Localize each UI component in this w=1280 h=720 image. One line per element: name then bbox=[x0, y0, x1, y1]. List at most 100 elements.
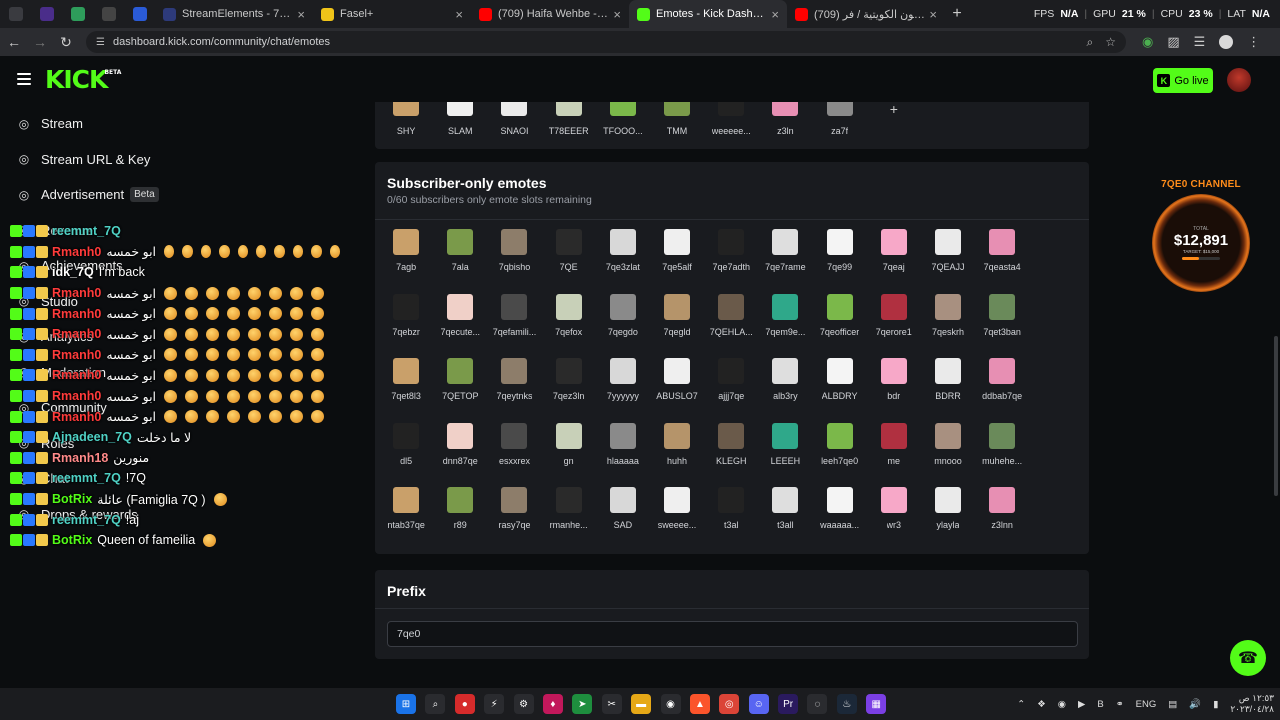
emote-item[interactable]: waaaaa... bbox=[813, 487, 867, 552]
emote-item[interactable]: 7qez3ln bbox=[542, 358, 596, 423]
pinned-tab[interactable] bbox=[93, 0, 124, 28]
emote-item[interactable]: r89 bbox=[433, 487, 487, 552]
emote-item[interactable]: 7qecute... bbox=[433, 293, 487, 359]
browser-tab[interactable]: (709) فرقة التلفزيون الكويتية / فر × bbox=[787, 0, 945, 28]
chat-username[interactable]: Rmanh0 bbox=[52, 410, 101, 424]
profile-avatar-icon[interactable] bbox=[1219, 35, 1234, 49]
search-icon[interactable]: ⌕ bbox=[425, 694, 446, 714]
chat-username[interactable]: BotRix bbox=[52, 533, 92, 547]
emote-item[interactable]: weeeee... bbox=[704, 102, 758, 149]
pinned-tab[interactable] bbox=[124, 0, 155, 28]
emote-item[interactable]: t3al bbox=[704, 487, 758, 552]
chat-username[interactable]: reemmt_7Q bbox=[52, 224, 121, 238]
network-icon[interactable]: ▤ bbox=[1168, 699, 1177, 710]
emote-item[interactable]: 7qebzr bbox=[379, 293, 433, 359]
emote-item[interactable]: muhehe... bbox=[975, 422, 1029, 488]
pinned-tab[interactable] bbox=[0, 0, 31, 28]
emote-item[interactable]: me bbox=[867, 422, 921, 488]
emote-item[interactable]: t3all bbox=[758, 487, 812, 552]
close-tab-icon[interactable]: × bbox=[929, 7, 937, 22]
emote-item[interactable]: z3lnn bbox=[975, 487, 1029, 552]
windows-start-icon[interactable]: ⊞ bbox=[396, 694, 416, 714]
chat-username[interactable]: Rmanh0 bbox=[52, 368, 101, 382]
browser-tab[interactable]: Emotes - Kick Dashboard × bbox=[629, 0, 787, 28]
emote-item[interactable]: leeh7qe0 bbox=[813, 422, 867, 488]
emote-item[interactable]: 7qe3zlat bbox=[596, 229, 650, 294]
tray-app-icon[interactable]: ◉ bbox=[1058, 699, 1066, 710]
tray-bluetooth-icon[interactable]: ❖ bbox=[1037, 699, 1046, 710]
chat-username[interactable]: Rmanh0 bbox=[52, 327, 101, 341]
emote-item[interactable]: 7ala bbox=[433, 229, 487, 294]
emote-item[interactable]: BDRR bbox=[921, 358, 975, 423]
emote-item[interactable]: ylayla bbox=[921, 487, 975, 552]
emote-item[interactable]: esxxrex bbox=[487, 422, 541, 488]
chat-username[interactable]: reemmt_7Q bbox=[52, 513, 121, 527]
chat-username[interactable]: Rmanh18 bbox=[52, 451, 108, 465]
emote-item[interactable]: za7f bbox=[813, 102, 867, 149]
browser-tab[interactable]: (709) Haifa Wehbe - Touta (Offi × bbox=[471, 0, 629, 28]
app-red-icon[interactable]: ● bbox=[454, 694, 475, 714]
chat-username[interactable]: Rmanh0 bbox=[52, 348, 101, 362]
premiere-icon[interactable]: Pr bbox=[778, 694, 799, 714]
new-tab-button[interactable]: + bbox=[945, 5, 969, 23]
emote-item[interactable]: 7QETOP bbox=[433, 358, 487, 423]
emote-item[interactable]: dnn87qe bbox=[433, 422, 487, 488]
hamburger-menu-icon[interactable] bbox=[17, 70, 31, 88]
emote-item[interactable]: 7qbisho bbox=[487, 229, 541, 294]
extension-icon[interactable]: ◉ bbox=[1142, 34, 1153, 50]
emote-item[interactable]: dl5 bbox=[379, 422, 433, 488]
emote-item[interactable]: 7qeofficer bbox=[813, 293, 867, 359]
emote-item[interactable]: 7qem9e... bbox=[758, 293, 812, 359]
pinned-tab[interactable] bbox=[62, 0, 93, 28]
browser-tab[interactable]: Fasel+ × bbox=[313, 0, 471, 28]
zoom-icon[interactable]: ⌕ bbox=[1087, 35, 1094, 50]
emote-item[interactable]: 7qegdo bbox=[596, 293, 650, 359]
page-scrollbar[interactable] bbox=[1274, 336, 1278, 496]
pinned-tab[interactable] bbox=[31, 0, 62, 28]
emote-item[interactable]: 7qet3ban bbox=[975, 293, 1029, 359]
discord-icon[interactable]: ☺ bbox=[748, 694, 769, 714]
emote-item[interactable]: TFOOO... bbox=[596, 102, 650, 149]
emote-item[interactable]: SNAOI bbox=[487, 102, 541, 149]
emote-item[interactable]: 7qe5alf bbox=[650, 229, 704, 294]
emote-item[interactable]: 7qeskrh bbox=[921, 293, 975, 359]
emote-item[interactable]: 7qe99 bbox=[813, 229, 867, 294]
bookmark-star-icon[interactable]: ☆ bbox=[1105, 35, 1116, 50]
emote-item[interactable]: 7QE bbox=[542, 229, 596, 294]
emote-item[interactable]: ajjj7qe bbox=[704, 358, 758, 423]
emote-item[interactable]: KLEGH bbox=[704, 422, 758, 488]
sidebar-item-advertisement[interactable]: ◎ Advertisement Beta bbox=[0, 177, 300, 213]
chat-username[interactable]: idk_7Q bbox=[52, 265, 94, 279]
chat-username[interactable]: Rmanh0 bbox=[52, 389, 101, 403]
emote-item[interactable]: 7yyyyyy bbox=[596, 358, 650, 423]
emote-item[interactable]: SLAM bbox=[433, 102, 487, 149]
brave-icon[interactable]: ▲ bbox=[689, 694, 710, 714]
app-bolt-icon[interactable]: ⚡ bbox=[484, 694, 505, 714]
kick-logo[interactable]: KICK BETA bbox=[45, 65, 121, 94]
emote-item[interactable]: SAD bbox=[596, 487, 650, 552]
emote-item[interactable]: 7QEAJJ bbox=[921, 229, 975, 294]
emote-item[interactable]: 7qet8l3 bbox=[379, 358, 433, 423]
chat-username[interactable]: Rmanh0 bbox=[52, 307, 101, 321]
emote-item[interactable]: SHY bbox=[379, 102, 433, 149]
emote-item[interactable]: 7agb bbox=[379, 229, 433, 294]
forward-icon[interactable]: → bbox=[28, 30, 52, 54]
emote-item[interactable]: 7qeytnks bbox=[487, 358, 541, 423]
emote-item[interactable]: 7qegld bbox=[650, 293, 704, 359]
tray-media-icon[interactable]: ▶ bbox=[1078, 699, 1085, 710]
emote-item[interactable]: alb3ry bbox=[758, 358, 812, 423]
app-green-icon[interactable]: ➤ bbox=[572, 694, 593, 714]
close-tab-icon[interactable]: × bbox=[771, 7, 779, 22]
battery-icon[interactable]: ▮ bbox=[1213, 699, 1218, 710]
site-info-icon[interactable]: ☰ bbox=[96, 37, 105, 48]
tray-b-icon[interactable]: B bbox=[1097, 699, 1103, 710]
obs-icon[interactable]: ◉ bbox=[660, 694, 681, 714]
app-circle-icon[interactable]: ◌ bbox=[807, 694, 828, 714]
emote-item[interactable]: ALBDRY bbox=[813, 358, 867, 423]
close-tab-icon[interactable]: × bbox=[455, 7, 463, 22]
emote-item[interactable]: ddbab7qe bbox=[975, 358, 1029, 423]
close-tab-icon[interactable]: × bbox=[297, 7, 305, 22]
tray-mic-icon[interactable]: ⚭ bbox=[1116, 699, 1124, 710]
support-chat-button[interactable]: ☎ bbox=[1230, 640, 1266, 676]
app-snip-icon[interactable]: ✂ bbox=[601, 694, 622, 714]
